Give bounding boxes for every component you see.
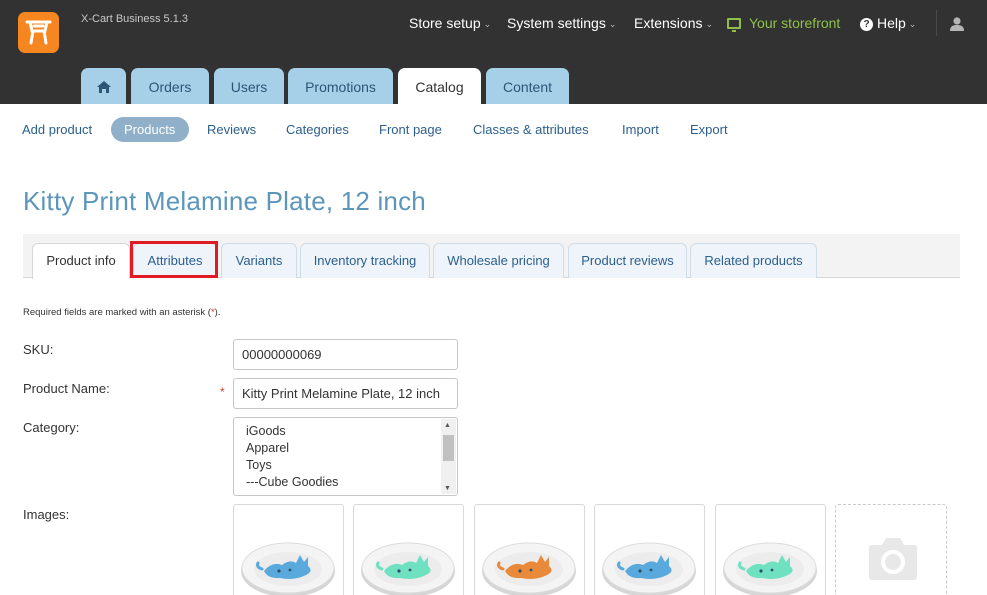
product-image[interactable] [474,504,585,595]
sku-label: SKU: [23,342,54,357]
user-icon[interactable] [949,16,965,37]
subnav-categories[interactable]: Categories [286,122,349,137]
nav-store-setup[interactable]: Store setup ⌄ [409,15,491,31]
sku-input[interactable]: 00000000069 [233,339,458,370]
subnav-reviews[interactable]: Reviews [207,122,256,137]
nav-your-storefront[interactable]: Your storefront [727,15,840,32]
tab-related-products[interactable]: Related products [690,243,817,278]
nav-extensions[interactable]: Extensions ⌄ [634,15,713,31]
category-select[interactable]: iGoods Apparel Toys ---Cube Goodies ▲ ▼ [233,417,458,496]
header-divider [936,10,937,36]
scroll-down-icon[interactable]: ▼ [444,485,451,492]
chevron-down-icon: ⌄ [908,19,917,29]
plate-image [361,542,455,595]
chevron-down-icon: ⌄ [608,19,617,29]
subnav-front-page[interactable]: Front page [379,122,442,137]
category-option[interactable]: Apparel [234,440,338,457]
nav-system-settings[interactable]: System settings ⌄ [507,15,616,31]
plate-image [482,542,576,595]
tab-product-reviews[interactable]: Product reviews [568,243,687,278]
home-icon [96,81,111,93]
product-name-label: Product Name: [23,381,110,396]
plate-image [602,542,696,595]
category-scrollbar[interactable]: ▲ ▼ [441,419,456,494]
category-option[interactable]: ---Cube Goodies [234,474,338,491]
subnav-export[interactable]: Export [690,122,728,137]
scrollbar-thumb[interactable] [443,435,454,461]
tab-home[interactable] [81,68,126,104]
tab-orders[interactable]: Orders [131,68,209,104]
top-header: X-Cart Business 5.1.3 Store setup ⌄ Syste… [0,0,987,104]
plate-image [723,542,817,595]
product-image[interactable] [233,504,344,595]
tab-content[interactable]: Content [486,68,569,104]
page-title: Kitty Print Melamine Plate, 12 inch [23,186,426,216]
product-name-input[interactable]: Kitty Print Melamine Plate, 12 inch [233,378,458,409]
category-label: Category: [23,420,80,435]
add-image-button[interactable] [835,504,947,595]
subnav-products[interactable]: Products [124,122,175,137]
tab-wholesale-pricing[interactable]: Wholesale pricing [433,243,564,278]
plate-image [241,542,335,595]
images-label: Images: [23,507,70,522]
subnav-import[interactable]: Import [622,122,659,137]
monitor-icon [727,18,741,32]
scroll-up-icon[interactable]: ▲ [444,422,451,429]
tab-users[interactable]: Users [214,68,284,104]
app-version: X-Cart Business 5.1.3 [81,13,188,25]
camera-icon [869,538,917,580]
product-image[interactable] [594,504,705,595]
nav-help[interactable]: ? Help ⌄ [860,15,916,32]
tab-inventory-tracking[interactable]: Inventory tracking [300,243,430,278]
product-image[interactable] [715,504,826,595]
xcart-logo-icon[interactable] [18,12,59,53]
required-asterisk: * [220,385,225,399]
required-fields-note: Required fields are marked with an aster… [23,307,221,318]
tab-catalog[interactable]: Catalog [398,68,481,104]
tab-variants[interactable]: Variants [221,243,297,278]
tab-promotions[interactable]: Promotions [288,68,393,104]
category-option[interactable]: iGoods [234,423,338,440]
subnav-classes-attributes[interactable]: Classes & attributes [473,122,589,137]
chevron-down-icon: ⌄ [705,19,714,29]
question-circle-icon: ? [860,18,873,31]
subnav-add-product[interactable]: Add product [22,122,92,137]
chevron-down-icon: ⌄ [483,19,492,29]
product-image[interactable] [353,504,464,595]
tab-attributes[interactable]: Attributes [133,243,217,278]
category-option[interactable]: Toys [234,457,338,474]
tab-product-info[interactable]: Product info [32,243,130,279]
